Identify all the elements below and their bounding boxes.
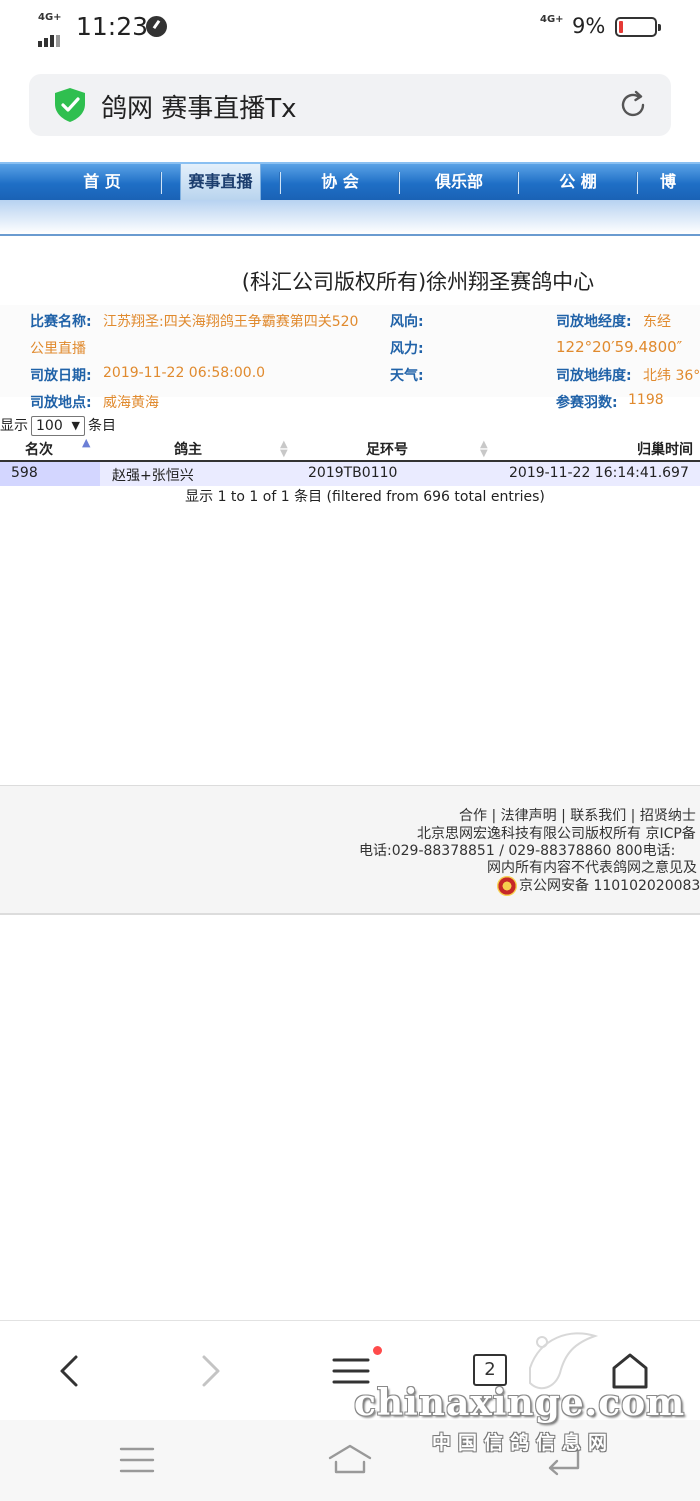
reload-icon[interactable] (617, 89, 649, 121)
page-length-control: 显示 100 ▼ 条目 (0, 415, 116, 436)
release-place-label: 司放地点: (30, 395, 92, 411)
table-row[interactable]: 598 赵强+张恒兴 2019TB0110 2019-11-22 16:14:4… (0, 462, 700, 486)
police-badge-icon (497, 876, 517, 896)
race-name-value: 江苏翔圣:四关海翔鸽王争霸赛第四关520 (103, 314, 359, 330)
wind-force-label: 风力: (390, 341, 424, 357)
battery-icon (615, 17, 661, 37)
nav-item-blog[interactable]: 博 (660, 164, 700, 200)
address-bar[interactable]: 鸽网 赛事直播Tx (29, 74, 671, 136)
page-title-in-address-bar[interactable]: 鸽网 赛事直播Tx (101, 88, 297, 125)
race-info-panel: 比赛名称: 江苏翔圣:四关海翔鸽王争霸赛第四关520 公里直播 司放日期: 20… (0, 305, 700, 397)
shield-check-icon (55, 88, 85, 122)
latitude-value: 北纬 36° (643, 368, 700, 384)
footer-police-record[interactable]: 京公网安备 1101020200834 (497, 875, 700, 896)
network-type-label-right: 4G+ (540, 14, 564, 25)
system-home-icon[interactable] (326, 1442, 374, 1476)
footer-links[interactable]: 合作 | 法律声明 | 联系我们 | 招贤纳士 (459, 805, 696, 825)
watermark-domain: chinaxinge.com (354, 1382, 686, 1424)
latitude-label: 司放地纬度: (556, 368, 632, 384)
watermark-tagline: 中国信鸽信息网 (432, 1432, 615, 1454)
nav-item-home[interactable]: 首 页 (43, 164, 161, 200)
nav-bar: 首 页 赛事直播 协 会 俱乐部 公 棚 博 (0, 162, 700, 200)
longitude-label: 司放地经度: (556, 314, 632, 330)
release-date-value: 2019-11-22 06:58:00.0 (103, 365, 266, 381)
longitude-value-cont: 122°20′59.4800″ (556, 338, 683, 356)
nav-item-live[interactable]: 赛事直播 (180, 164, 261, 200)
release-place-value: 威海黄海 (103, 395, 159, 411)
column-header-owner[interactable]: 鸽主 (174, 439, 202, 459)
cell-rank: 598 (11, 465, 38, 481)
sort-both-icon[interactable]: ▲ ▼ (280, 440, 288, 459)
column-header-ring[interactable]: 足环号 (366, 439, 408, 459)
weather-label: 天气: (390, 368, 424, 384)
race-name-value-cont: 公里直播 (30, 341, 86, 357)
network-type-label: 4G+ (38, 12, 62, 23)
column-header-arrival-time[interactable]: 归巢时间 (637, 439, 693, 459)
entry-count-label: 参赛羽数: (556, 395, 618, 411)
release-date-label: 司放日期: (30, 368, 92, 384)
notification-dot (373, 1346, 382, 1355)
page-length-prefix: 显示 (0, 418, 28, 434)
footer-disclaimer: 网内所有内容不代表鸽网之意见及 (487, 860, 697, 876)
sort-both-icon[interactable]: ▲ ▼ (480, 440, 488, 459)
nav-item-association[interactable]: 协 会 (282, 164, 398, 200)
recents-icon[interactable] (118, 1444, 156, 1476)
nav-item-loft[interactable]: 公 棚 (520, 164, 636, 200)
race-name-label: 比赛名称: (30, 314, 92, 330)
data-saver-icon (146, 16, 167, 37)
cell-owner: 赵强+张恒兴 (112, 468, 194, 484)
page-title: (科汇公司版权所有)徐州翔圣赛鸽中心 (241, 270, 595, 294)
wind-direction-label: 风向: (390, 314, 424, 330)
dropdown-arrow-icon: ▼ (71, 419, 80, 432)
table-info: 显示 1 to 1 of 1 条目 (filtered from 696 tot… (185, 489, 545, 505)
results-table-header: 名次 ▲ 鸽主 ▲ ▼ 足环号 ▲ ▼ 归巢时间 (0, 437, 700, 462)
page-length-select[interactable]: 100 ▼ (31, 416, 85, 436)
signal-icon: 4G+ (38, 12, 68, 47)
nav-item-club[interactable]: 俱乐部 (401, 164, 517, 200)
forward-icon[interactable] (190, 1351, 230, 1391)
sub-nav-bar (0, 200, 700, 236)
sort-asc-icon[interactable]: ▲ (82, 437, 90, 448)
site-footer: 合作 | 法律声明 | 联系我们 | 招贤纳士 北京思网宏逸科技有限公司版权所有… (0, 785, 700, 915)
column-header-rank[interactable]: 名次 (25, 439, 53, 459)
page-length-suffix: 条目 (88, 418, 116, 434)
battery-percent: 9% (572, 14, 606, 38)
status-bar: 4G+ 11:23 4G+ 9% (0, 0, 700, 58)
cell-arrival-time: 2019-11-22 16:14:41.697 (509, 465, 689, 481)
back-icon[interactable] (50, 1351, 90, 1391)
longitude-value: 东经 (643, 314, 671, 330)
clock: 11:23 (76, 12, 149, 41)
entry-count-value: 1198 (628, 392, 664, 408)
cell-ring: 2019TB0110 (308, 465, 398, 481)
site-navigation: 首 页 赛事直播 协 会 俱乐部 公 棚 博 (0, 162, 700, 236)
